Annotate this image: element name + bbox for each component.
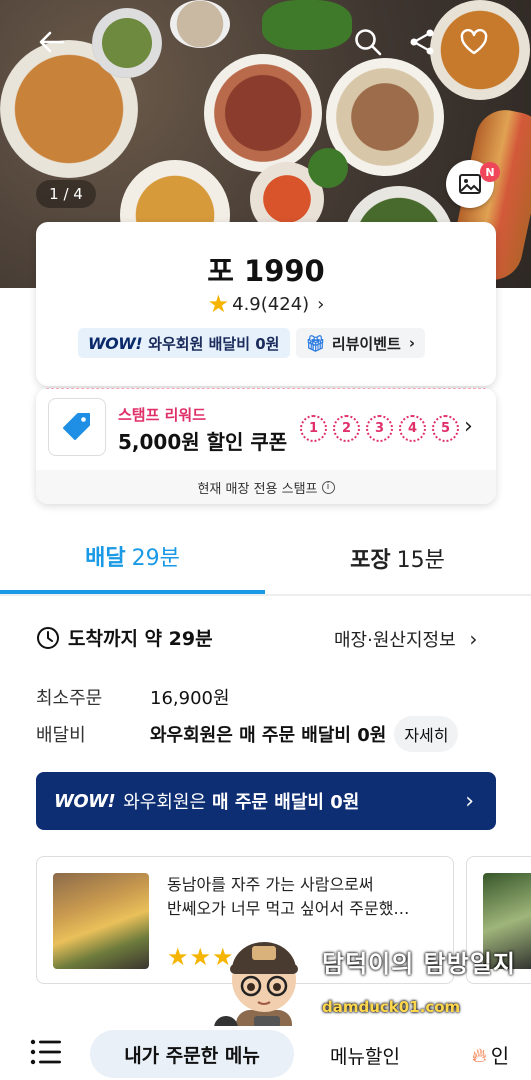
store-card: 포 1990 ★ 4.9 (424) › WOW! 와우회원 배달비 0원 🎁︎… xyxy=(36,222,496,386)
stamp-slot: 5 xyxy=(432,415,459,442)
stamp-title: 5,000원 할인 쿠폰 xyxy=(118,430,288,454)
stamp-slot: 1 xyxy=(300,415,327,442)
delivery-fee-row: 배달비 와우회원은 매 주문 배달비 0원 자세히 xyxy=(36,716,459,752)
arrival-text: 도착까지 약 29분 xyxy=(68,628,213,650)
food-plate xyxy=(204,54,322,172)
review-text: 동남아를 자주 가는 사람으로써 반쎄오가 너무 먹고 싶어서 주문했… xyxy=(167,873,437,921)
wow-tag-label: 와우회원 배달비 0원 xyxy=(148,334,280,353)
stamp-label: 스탬프 리워드 xyxy=(118,406,207,424)
gift-icon: 🎁︎ xyxy=(305,333,326,353)
review-photo xyxy=(53,873,149,969)
review-event-label: 리뷰이벤트 xyxy=(331,334,401,353)
wow-delivery-tag: WOW! 와우회원 배달비 0원 xyxy=(78,328,290,358)
stamp-footer[interactable]: 현재 매장 전용 스탬프 i xyxy=(36,470,496,504)
store-info-link[interactable]: 매장·원산지정보 › xyxy=(334,626,477,652)
wow-banner-bold: 매 주문 배달비 0원 xyxy=(212,792,360,813)
tab-label: 포장 xyxy=(350,548,391,573)
review-line: 동남아를 자주 가는 사람으로써 xyxy=(167,875,374,894)
min-order-value: 16,900원 xyxy=(150,688,230,709)
chevron-right-icon: › xyxy=(465,788,474,814)
tab-time: 29분 xyxy=(131,546,180,571)
order-type-tabs: 배달 29분 포장 15분 xyxy=(0,522,531,596)
tab-pickup[interactable]: 포장 15분 xyxy=(265,522,530,594)
menu-list-icon[interactable] xyxy=(30,1038,62,1066)
tab-label: 배달 xyxy=(85,546,126,571)
popular-label: 인 xyxy=(490,1044,510,1068)
info-icon: i xyxy=(321,480,335,494)
delivery-fee-value: 와우회원은 매 주문 배달비 0원 xyxy=(150,725,387,746)
clock-icon xyxy=(37,626,59,649)
photo-counter: 1 / 4 xyxy=(36,180,96,208)
wow-banner-prefix: 와우회원은 xyxy=(123,792,207,813)
rating-value: 4.9 xyxy=(232,293,261,315)
search-icon[interactable] xyxy=(350,24,386,60)
review-line: 반쎄오가 너무 먹고 싶어서 주문했… xyxy=(167,899,410,918)
min-order-label: 최소주문 xyxy=(36,688,103,709)
bottom-menu-bar: 내가 주문한 메뉴 메뉴할인 🔥︎ 인 xyxy=(0,1026,531,1080)
stamp-slot: 3 xyxy=(366,415,393,442)
coupon-icon-box xyxy=(48,398,106,456)
store-info-label: 매장·원산지정보 xyxy=(334,630,456,651)
chevron-right-icon: › xyxy=(464,414,473,439)
menu-discount-chip[interactable]: 메뉴할인 xyxy=(330,1042,400,1069)
min-order-row: 최소주문 16,900원 xyxy=(36,684,230,710)
heart-icon[interactable] xyxy=(456,24,492,60)
arrival-time: 도착까지 약 29분 xyxy=(36,624,213,651)
wow-logo: WOW! xyxy=(88,333,143,353)
new-badge: N xyxy=(480,162,500,182)
image-icon xyxy=(459,174,481,194)
fee-detail-button[interactable]: 자세히 xyxy=(394,716,459,752)
watermark-url: damduck01.com xyxy=(322,998,461,1016)
store-name: 포 1990 xyxy=(207,254,325,288)
rating-link[interactable]: ★ 4.9 (424) › xyxy=(36,292,496,316)
stamp-slot: 2 xyxy=(333,415,360,442)
food-plate xyxy=(170,0,230,48)
delivery-fee-label: 배달비 xyxy=(36,725,86,746)
tab-delivery[interactable]: 배달 29분 xyxy=(0,522,265,594)
back-icon[interactable] xyxy=(34,24,70,60)
share-icon[interactable] xyxy=(404,24,440,60)
herbs xyxy=(308,148,348,188)
star-icon: ★ xyxy=(207,290,230,318)
herbs xyxy=(262,0,352,50)
stamp-slot: 4 xyxy=(399,415,426,442)
chevron-right-icon: › xyxy=(469,627,478,651)
tag-icon xyxy=(63,413,90,440)
fire-icon: 🔥︎ xyxy=(472,1042,487,1067)
review-event-button[interactable]: 🎁︎ 리뷰이벤트 › xyxy=(295,328,426,358)
wow-banner[interactable]: WOW! 와우회원은 매 주문 배달비 0원 › xyxy=(36,772,496,830)
watermark-title: 담덕이의 탐방일지 xyxy=(322,950,516,978)
wow-logo: WOW! xyxy=(54,790,116,812)
chevron-right-icon: › xyxy=(408,334,416,352)
stamp-slots: 1 2 3 4 5 xyxy=(300,415,459,442)
popular-menu-chip[interactable]: 🔥︎ 인 xyxy=(472,1040,509,1069)
chevron-right-icon: › xyxy=(317,293,325,315)
stamp-reward-card[interactable]: 스탬프 리워드 5,000원 할인 쿠폰 1 2 3 4 5 › 현재 매장 전… xyxy=(36,388,496,504)
food-plate xyxy=(92,8,162,78)
review-count: (424) xyxy=(260,293,310,315)
tab-time: 15분 xyxy=(396,548,445,573)
my-ordered-menu-chip[interactable]: 내가 주문한 메뉴 xyxy=(90,1030,294,1078)
stamp-footer-text: 현재 매장 전용 스탬프 xyxy=(197,481,318,497)
